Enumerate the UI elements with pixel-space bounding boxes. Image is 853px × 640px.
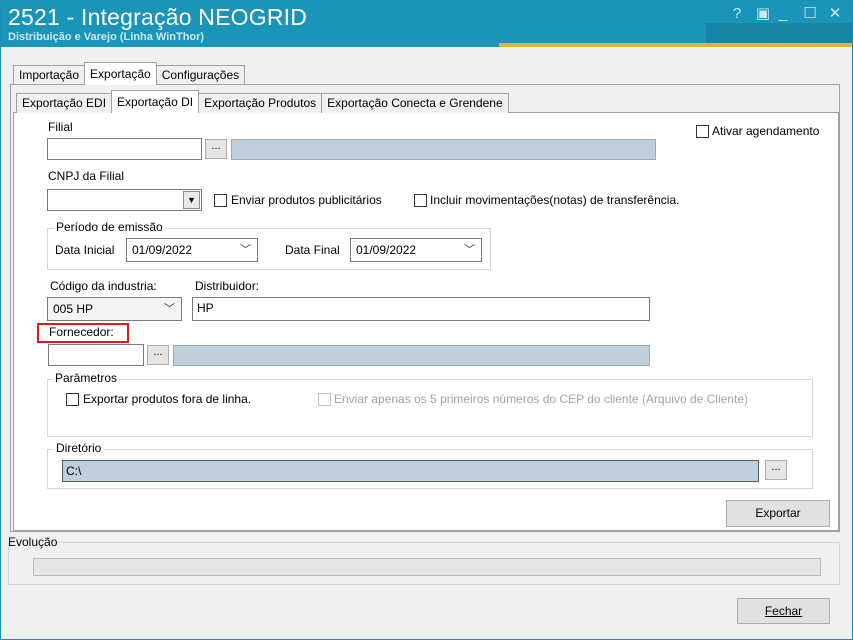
data-final-value: 01/09/2022 [356, 243, 417, 257]
diretorio-title: Diretório [54, 441, 104, 455]
fornecedor-search-button[interactable]: ... [147, 345, 169, 365]
fechar-button[interactable]: Fechar [737, 598, 830, 624]
main-window: 2521 - Integração NEOGRID Distribuição e… [0, 0, 853, 640]
enviar-cep-checkbox[interactable] [318, 393, 331, 406]
sub-tabs: Exportação EDI Exportação DI Exportação … [16, 90, 509, 113]
restore-icon[interactable]: ▣ [754, 5, 772, 23]
chevron-down-icon: ﹀ [464, 244, 475, 256]
filial-label: Filial [48, 120, 73, 134]
incluir-movimentacoes-label: Incluir movimentações(notas) de transfer… [430, 193, 680, 207]
parametros-group [47, 379, 813, 437]
fornecedor-input[interactable] [48, 344, 144, 366]
tab-configuracoes[interactable]: Configurações [155, 65, 246, 85]
close-icon[interactable]: ✕ [826, 5, 844, 23]
enviar-publicitarios-checkbox[interactable] [214, 194, 227, 207]
tab-importacao[interactable]: Importação [13, 65, 86, 85]
fornecedor-name-field [173, 345, 650, 366]
exportar-fora-linha-checkbox[interactable] [66, 393, 79, 406]
filial-search-button[interactable]: ... [205, 139, 227, 159]
help-icon[interactable]: ? [728, 5, 746, 23]
title-bar-decoration [706, 23, 852, 43]
enviar-cep-label: Enviar apenas os 5 primeiros números do … [334, 392, 748, 406]
ativar-agendamento-checkbox[interactable] [696, 125, 709, 138]
title-bar: 2521 - Integração NEOGRID Distribuição e… [1, 1, 852, 47]
tab-exportacao-di[interactable]: Exportação DI [111, 90, 200, 113]
chevron-down-icon: ﹀ [240, 244, 251, 256]
cnpj-label: CNPJ da Filial [48, 169, 125, 183]
data-final-label: Data Final [285, 243, 340, 257]
tab-exportacao-conecta-grendene[interactable]: Exportação Conecta e Grendene [321, 93, 509, 113]
evolucao-progress-bar [33, 558, 821, 576]
filial-input[interactable] [47, 138, 202, 160]
tab-exportacao-produtos[interactable]: Exportação Produtos [198, 93, 323, 113]
cnpj-dropdown-icon[interactable]: ▼ [183, 191, 200, 209]
distribuidor-label: Distribuidor: [195, 279, 260, 293]
codigo-industria-label: Código da industria: [50, 279, 157, 293]
exportar-button[interactable]: Exportar [726, 500, 830, 527]
periodo-title: Período de emissão [54, 220, 165, 234]
data-inicial-picker[interactable]: 01/09/2022 ﹀ [126, 238, 258, 262]
window-title: 2521 - Integração NEOGRID [8, 4, 308, 30]
filial-name-field [231, 139, 656, 160]
diretorio-browse-button[interactable]: ... [765, 460, 787, 480]
parametros-title: Parâmetros [53, 371, 120, 385]
window-subtitle: Distribuição e Varejo (Linha WinThor) [8, 31, 205, 43]
codigo-industria-select[interactable]: 005 HP ﹀ [47, 297, 182, 321]
main-tabs: Importação Exportação Configurações [13, 62, 246, 85]
maximize-icon[interactable]: ☐ [801, 5, 819, 23]
data-inicial-label: Data Inicial [55, 243, 115, 257]
evolucao-title: Evolução [6, 535, 60, 549]
tab-exportacao-edi[interactable]: Exportação EDI [16, 93, 113, 113]
ativar-agendamento-label: Ativar agendamento [712, 124, 820, 138]
exportar-fora-linha-label: Exportar produtos fora de linha. [83, 392, 252, 406]
cnpj-select[interactable] [47, 189, 202, 211]
diretorio-path-field: C:\ [62, 460, 759, 482]
codigo-industria-value: 005 HP [53, 302, 94, 316]
incluir-movimentacoes-checkbox[interactable] [414, 194, 427, 207]
minimize-icon[interactable]: _ [774, 5, 792, 23]
enviar-publicitarios-label: Enviar produtos publicitários [231, 193, 382, 207]
chevron-down-icon: ﹀ [164, 303, 175, 315]
title-bar-accent [499, 43, 852, 47]
distribuidor-input[interactable]: HP [192, 297, 650, 321]
data-final-picker[interactable]: 01/09/2022 ﹀ [350, 238, 482, 262]
fornecedor-label: Fornecedor: [49, 325, 114, 339]
data-inicial-value: 01/09/2022 [132, 243, 193, 257]
tab-exportacao[interactable]: Exportação [84, 62, 157, 85]
